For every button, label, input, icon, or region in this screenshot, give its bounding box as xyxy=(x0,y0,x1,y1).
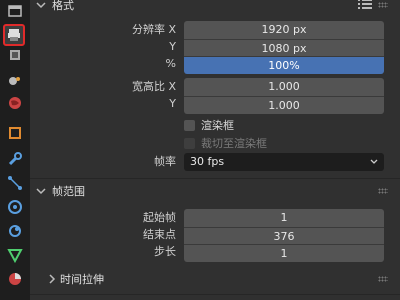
aspect-x-label: 宽高比 X xyxy=(131,80,176,93)
frame-start-label: 起始帧 xyxy=(143,211,176,224)
view-layer-icon xyxy=(10,50,20,60)
resolution-percent-slider[interactable]: 100% xyxy=(184,56,384,74)
physics-icon xyxy=(8,200,22,214)
material-icon xyxy=(9,273,21,285)
frame-step-label: 步长 xyxy=(154,245,176,258)
time-stretch-subpanel-header[interactable]: 时间拉伸 xyxy=(44,268,400,290)
render-region-checkbox-row[interactable]: 渲染框 xyxy=(184,117,234,133)
physics-tab[interactable] xyxy=(5,198,25,216)
resolution-x-field[interactable]: 1920 px xyxy=(184,21,384,39)
resolution-percent-label: % xyxy=(165,57,176,70)
output-properties-tab[interactable] xyxy=(3,24,25,46)
aspect-y-label: Y xyxy=(169,97,176,110)
frame-range-panel-header[interactable]: 帧范围 xyxy=(30,180,400,202)
resolution-y-label: Y xyxy=(169,40,176,53)
scene-icon xyxy=(9,77,20,85)
resolution-x-label: 分辨率 X xyxy=(131,23,176,36)
frame-rate-dropdown[interactable]: 30 fps xyxy=(184,153,384,171)
constraints-icon xyxy=(9,225,21,237)
drag-grip-icon[interactable] xyxy=(378,188,388,194)
drag-grip-icon[interactable] xyxy=(378,276,388,282)
chevron-right-icon xyxy=(44,274,60,284)
panel-divider xyxy=(30,294,400,295)
object-data-icon xyxy=(7,249,23,263)
modifier-tab[interactable] xyxy=(5,150,25,168)
frame-end-label: 结束点 xyxy=(143,228,176,241)
modifier-wrench-icon xyxy=(8,152,22,166)
object-data-tab[interactable] xyxy=(5,246,25,264)
render-region-checkbox[interactable] xyxy=(184,119,195,131)
aspect-x-field[interactable]: 1.000 xyxy=(184,78,384,96)
resolution-y-field[interactable]: 1080 px xyxy=(184,39,384,57)
format-panel-title: 格式 xyxy=(52,0,74,12)
properties-editor: 格式 分辨率 X 1920 px Y 1080 px % 100% 宽高比 X … xyxy=(30,0,400,300)
world-tab[interactable] xyxy=(5,94,25,112)
render-region-label: 渲染框 xyxy=(201,119,234,132)
drag-grip-icon[interactable] xyxy=(378,2,388,8)
panel-divider xyxy=(30,178,400,179)
frame-end-field[interactable]: 376 xyxy=(184,227,384,245)
frame-start-field[interactable]: 1 xyxy=(184,209,384,227)
output-printer-icon xyxy=(8,29,20,41)
time-stretch-subpanel-title: 时间拉伸 xyxy=(60,273,104,286)
chevron-down-icon xyxy=(30,1,52,9)
chevron-down-icon xyxy=(370,159,378,164)
frame-rate-label: 帧率 xyxy=(154,155,176,168)
crop-to-region-checkbox xyxy=(184,137,195,149)
frame-step-field[interactable]: 1 xyxy=(184,244,384,262)
world-icon xyxy=(9,97,21,109)
aspect-y-field[interactable]: 1.000 xyxy=(184,96,384,114)
crop-to-region-checkbox-row: 裁切至渲染框 xyxy=(184,135,267,151)
presets-list-icon[interactable] xyxy=(358,0,372,13)
constraints-tab[interactable] xyxy=(5,222,25,240)
properties-tab-strip xyxy=(0,0,30,300)
tool-tab[interactable] xyxy=(5,2,25,20)
object-icon xyxy=(9,127,21,139)
chevron-down-icon xyxy=(30,187,52,195)
frame-range-panel-title: 帧范围 xyxy=(52,185,85,198)
particles-tab[interactable] xyxy=(5,174,25,192)
crop-to-region-label: 裁切至渲染框 xyxy=(201,137,267,150)
scene-tab[interactable] xyxy=(5,72,25,90)
object-tab[interactable] xyxy=(5,124,25,142)
particles-icon xyxy=(8,176,22,190)
material-tab[interactable] xyxy=(5,270,25,288)
tool-icon xyxy=(8,5,22,17)
view-layer-tab[interactable] xyxy=(5,46,25,64)
frame-rate-value: 30 fps xyxy=(190,155,225,168)
format-panel-header[interactable]: 格式 xyxy=(30,0,400,16)
